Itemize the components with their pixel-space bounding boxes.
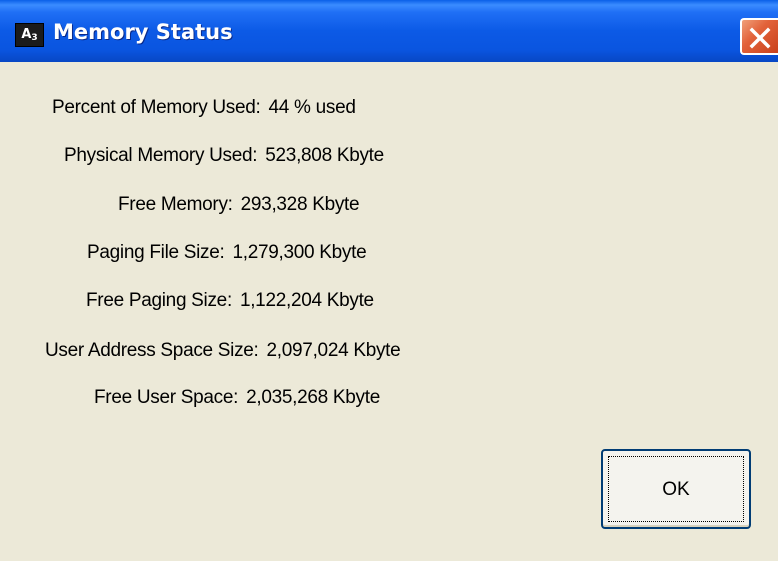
user-address-space-size-value: 2,097,024 Kbyte bbox=[266, 340, 401, 361]
ok-button-label: OK bbox=[662, 479, 690, 500]
physical-memory-used-value: 523,808 Kbyte bbox=[265, 145, 384, 166]
title-bar[interactable]: A3 Memory Status bbox=[0, 0, 778, 62]
close-button[interactable] bbox=[740, 18, 778, 55]
free-memory-label: Free Memory: bbox=[118, 194, 233, 215]
paging-file-size-row: Paging File Size: 1,279,300 Kbyte bbox=[87, 242, 367, 264]
app-icon[interactable]: A3 bbox=[15, 23, 44, 47]
percent-memory-used-value: 44 % used bbox=[268, 97, 356, 118]
memory-status-dialog: A3 Memory Status Percent of Memory Used:… bbox=[0, 0, 778, 561]
free-user-space-value: 2,035,268 Kbyte bbox=[246, 387, 380, 408]
window-title: Memory Status bbox=[53, 20, 233, 44]
free-user-space-row: Free User Space: 2,035,268 Kbyte bbox=[94, 387, 380, 409]
free-paging-size-row: Free Paging Size: 1,122,204 Kbyte bbox=[86, 290, 374, 312]
physical-memory-used-row: Physical Memory Used: 523,808 Kbyte bbox=[64, 145, 384, 167]
app-icon-letter: A bbox=[21, 27, 32, 42]
app-icon-subscript: 3 bbox=[31, 33, 38, 43]
free-memory-row: Free Memory: 293,328 Kbyte bbox=[118, 194, 360, 216]
close-icon bbox=[749, 27, 771, 49]
user-address-space-size-row: User Address Space Size: 2,097,024 Kbyte bbox=[45, 340, 401, 362]
ok-button[interactable]: OK bbox=[601, 449, 751, 529]
free-user-space-label: Free User Space: bbox=[94, 387, 239, 408]
percent-memory-used-row: Percent of Memory Used: 44 % used bbox=[52, 97, 356, 119]
user-address-space-size-label: User Address Space Size: bbox=[45, 340, 259, 361]
free-paging-size-value: 1,122,204 Kbyte bbox=[239, 290, 374, 311]
free-memory-value: 293,328 Kbyte bbox=[240, 194, 360, 215]
physical-memory-used-label: Physical Memory Used: bbox=[64, 145, 258, 166]
free-paging-size-label: Free Paging Size: bbox=[86, 290, 232, 311]
paging-file-size-value: 1,279,300 Kbyte bbox=[232, 242, 367, 263]
percent-memory-used-label: Percent of Memory Used: bbox=[52, 97, 261, 118]
paging-file-size-label: Paging File Size: bbox=[87, 242, 225, 263]
